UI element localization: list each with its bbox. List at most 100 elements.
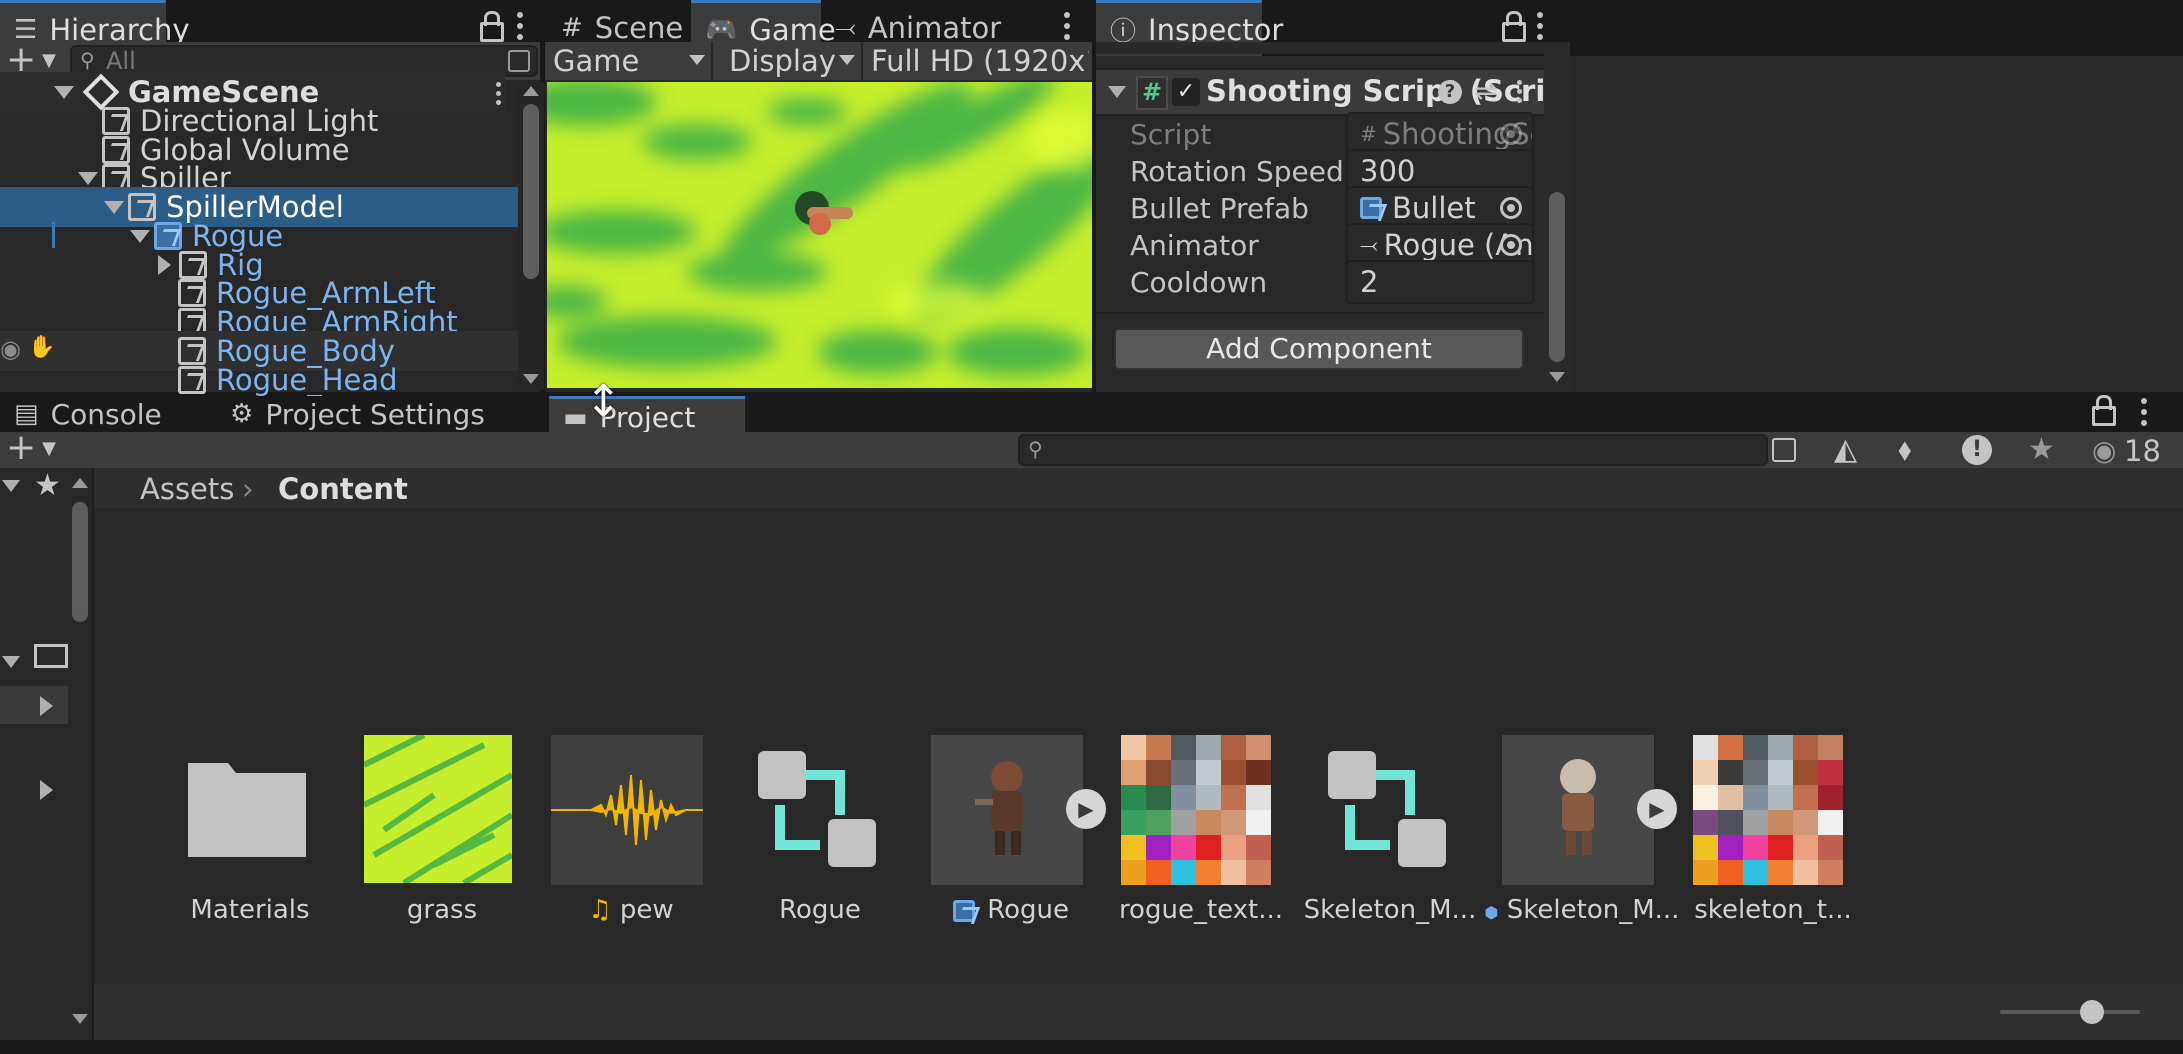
cooldown-value: 2 <box>1360 265 1379 299</box>
scrollbar-thumb[interactable] <box>72 502 88 622</box>
asset-label-text: Rogue <box>987 895 1070 925</box>
component-header[interactable]: # ✓ Shooting Script (Scri ? ⇌ <box>1096 68 1546 116</box>
animator-controller-icon: ⤙ <box>1360 232 1378 258</box>
scroll-up-arrow-icon[interactable] <box>523 86 539 96</box>
tab-scene-label: Scene <box>594 11 684 45</box>
status-bar <box>0 1040 2183 1054</box>
hierarchy-scrollbar[interactable] <box>518 82 544 390</box>
skeleton-model-thumbnail <box>1502 735 1654 885</box>
prefab-model-icon: ⬢ <box>1484 903 1499 922</box>
scroll-down-arrow-icon[interactable] <box>1549 372 1565 382</box>
project-toolbar: + ▼ ⚲ ◭ ⬧ ! ★ ◉ 18 <box>0 430 2183 468</box>
audio-note-icon: ♫ <box>588 895 612 925</box>
add-component-button[interactable]: Add Component <box>1114 328 1524 370</box>
gameobject-cube-icon <box>178 366 206 394</box>
prefab-model-icon <box>952 899 975 922</box>
object-picker-icon[interactable] <box>1500 234 1522 256</box>
create-button[interactable]: + ▼ <box>6 430 56 467</box>
resize-cursor-icon: ↕ <box>585 376 622 427</box>
expand-play-icon[interactable]: ▶ <box>1637 789 1677 829</box>
asset-label: Rogue <box>911 895 1111 925</box>
asset-label-text: pew <box>619 895 674 925</box>
expand-arrow-icon[interactable] <box>40 696 53 716</box>
audio-waveform-thumbnail <box>551 735 703 885</box>
filter-by-label-icon[interactable]: ⬧ <box>1898 432 1912 467</box>
gamepad-icon: 🎮 <box>705 14 738 45</box>
field-label-rotation-speed: Rotation Speed <box>1130 155 1344 188</box>
gear-icon: ⚙ <box>230 399 254 429</box>
game-viewport[interactable] <box>547 82 1092 388</box>
search-mode-icon[interactable] <box>1772 438 1796 462</box>
scrollbar-thumb[interactable] <box>1549 192 1565 362</box>
more-options-icon[interactable] <box>1529 12 1551 40</box>
rogue-texture-thumbnail <box>1121 735 1271 885</box>
help-icon[interactable]: ? <box>1438 80 1462 104</box>
animator-controller-icon <box>740 735 892 885</box>
game-panel: # Scene 🎮 Game ⤙ Animator Game Display 1… <box>545 0 1092 392</box>
asset-label: rogue_text... <box>1118 895 1284 925</box>
transform-scale-row <box>1096 42 1546 54</box>
object-picker-icon[interactable] <box>1500 197 1522 219</box>
scroll-down-arrow-icon[interactable] <box>523 374 539 384</box>
breadcrumb-assets[interactable]: Assets <box>140 472 234 506</box>
folder-icon <box>170 735 322 885</box>
component-divider <box>1096 312 1546 314</box>
sidebar-scrollbar[interactable] <box>68 468 92 1054</box>
lock-icon[interactable] <box>480 11 504 42</box>
enabled-checkbox[interactable]: ✓ <box>1172 78 1200 106</box>
expand-arrow-icon[interactable] <box>158 255 171 275</box>
scroll-down-arrow-icon[interactable] <box>72 1014 88 1024</box>
breadcrumb-content[interactable]: Content <box>278 472 408 506</box>
expand-arrow-icon[interactable] <box>78 171 98 185</box>
expand-play-icon[interactable]: ▶ <box>1066 789 1106 829</box>
thumbnail-size-slider[interactable] <box>2000 1000 2140 1024</box>
more-options-icon[interactable] <box>2133 398 2155 426</box>
scrollbar-thumb[interactable] <box>523 104 539 279</box>
cooldown-input[interactable]: 2 <box>1346 260 1534 304</box>
expand-arrow-icon[interactable] <box>54 85 74 99</box>
player-character <box>787 187 867 247</box>
asset-label: Materials <box>190 895 310 925</box>
search-placeholder: All <box>106 47 136 75</box>
presets-sliders-icon[interactable]: ⇌ <box>1474 74 1497 107</box>
tab-project-settings[interactable]: ⚙ Project Settings <box>216 396 516 432</box>
resolution-dropdown[interactable]: Full HD (1920x1080) <box>861 42 1089 80</box>
favorites-star-icon[interactable]: ★ <box>2028 432 2055 467</box>
filter-by-type-icon[interactable]: ◭ <box>1834 432 1857 467</box>
expand-arrow-icon[interactable] <box>40 780 53 800</box>
search-icon: ⚲ <box>1028 437 1043 461</box>
breadcrumb: Assets › Content <box>94 468 2183 508</box>
visibility-eye-icon[interactable]: ◉ <box>2092 434 2116 467</box>
scroll-up-arrow-icon[interactable] <box>72 478 88 488</box>
asset-label: grass <box>406 895 478 925</box>
expand-arrow-icon[interactable] <box>104 200 124 214</box>
lock-icon[interactable] <box>2092 395 2116 426</box>
expand-arrow-icon[interactable] <box>2 656 20 668</box>
collapse-arrow-icon[interactable] <box>1108 86 1126 98</box>
pickable-hand-icon[interactable]: ✋ <box>28 335 55 360</box>
lock-icon[interactable] <box>1502 11 1526 42</box>
search-mode-icon[interactable] <box>508 50 530 72</box>
search-icon: ⚲ <box>80 48 95 72</box>
more-options-icon[interactable] <box>1056 12 1078 40</box>
expand-arrow-icon[interactable] <box>2 480 20 492</box>
expand-arrow-icon[interactable] <box>130 229 150 243</box>
game-view-dropdown[interactable]: Game <box>553 42 705 80</box>
tab-animator-label: Animator <box>867 11 1002 45</box>
hierarchy-panel: ☰ Hierarchy + ▼ ⚲ All GameScene Direction… <box>0 0 544 397</box>
log-errors-icon[interactable]: ! <box>1962 435 1992 465</box>
component-options-icon[interactable] <box>1508 80 1530 103</box>
object-picker-icon <box>1500 123 1522 145</box>
project-search-input[interactable]: ⚲ <box>1018 434 1768 466</box>
tab-project-settings-label: Project Settings <box>265 397 485 431</box>
tab-project[interactable]: ▬ Project <box>549 396 745 436</box>
hierarchy-item-rogue-head[interactable]: Rogue_Head <box>0 360 505 400</box>
script-file-icon: # <box>1360 122 1377 146</box>
display-dropdown[interactable]: Display 1 <box>711 42 859 116</box>
visibility-eye-icon[interactable]: ◉ <box>0 335 21 363</box>
more-options-icon[interactable] <box>509 12 531 40</box>
tab-console-label: Console <box>50 397 162 431</box>
grass-texture-thumbnail <box>364 735 512 883</box>
slider-handle[interactable] <box>2080 1000 2104 1024</box>
inspector-scrollbar[interactable] <box>1544 42 1570 392</box>
